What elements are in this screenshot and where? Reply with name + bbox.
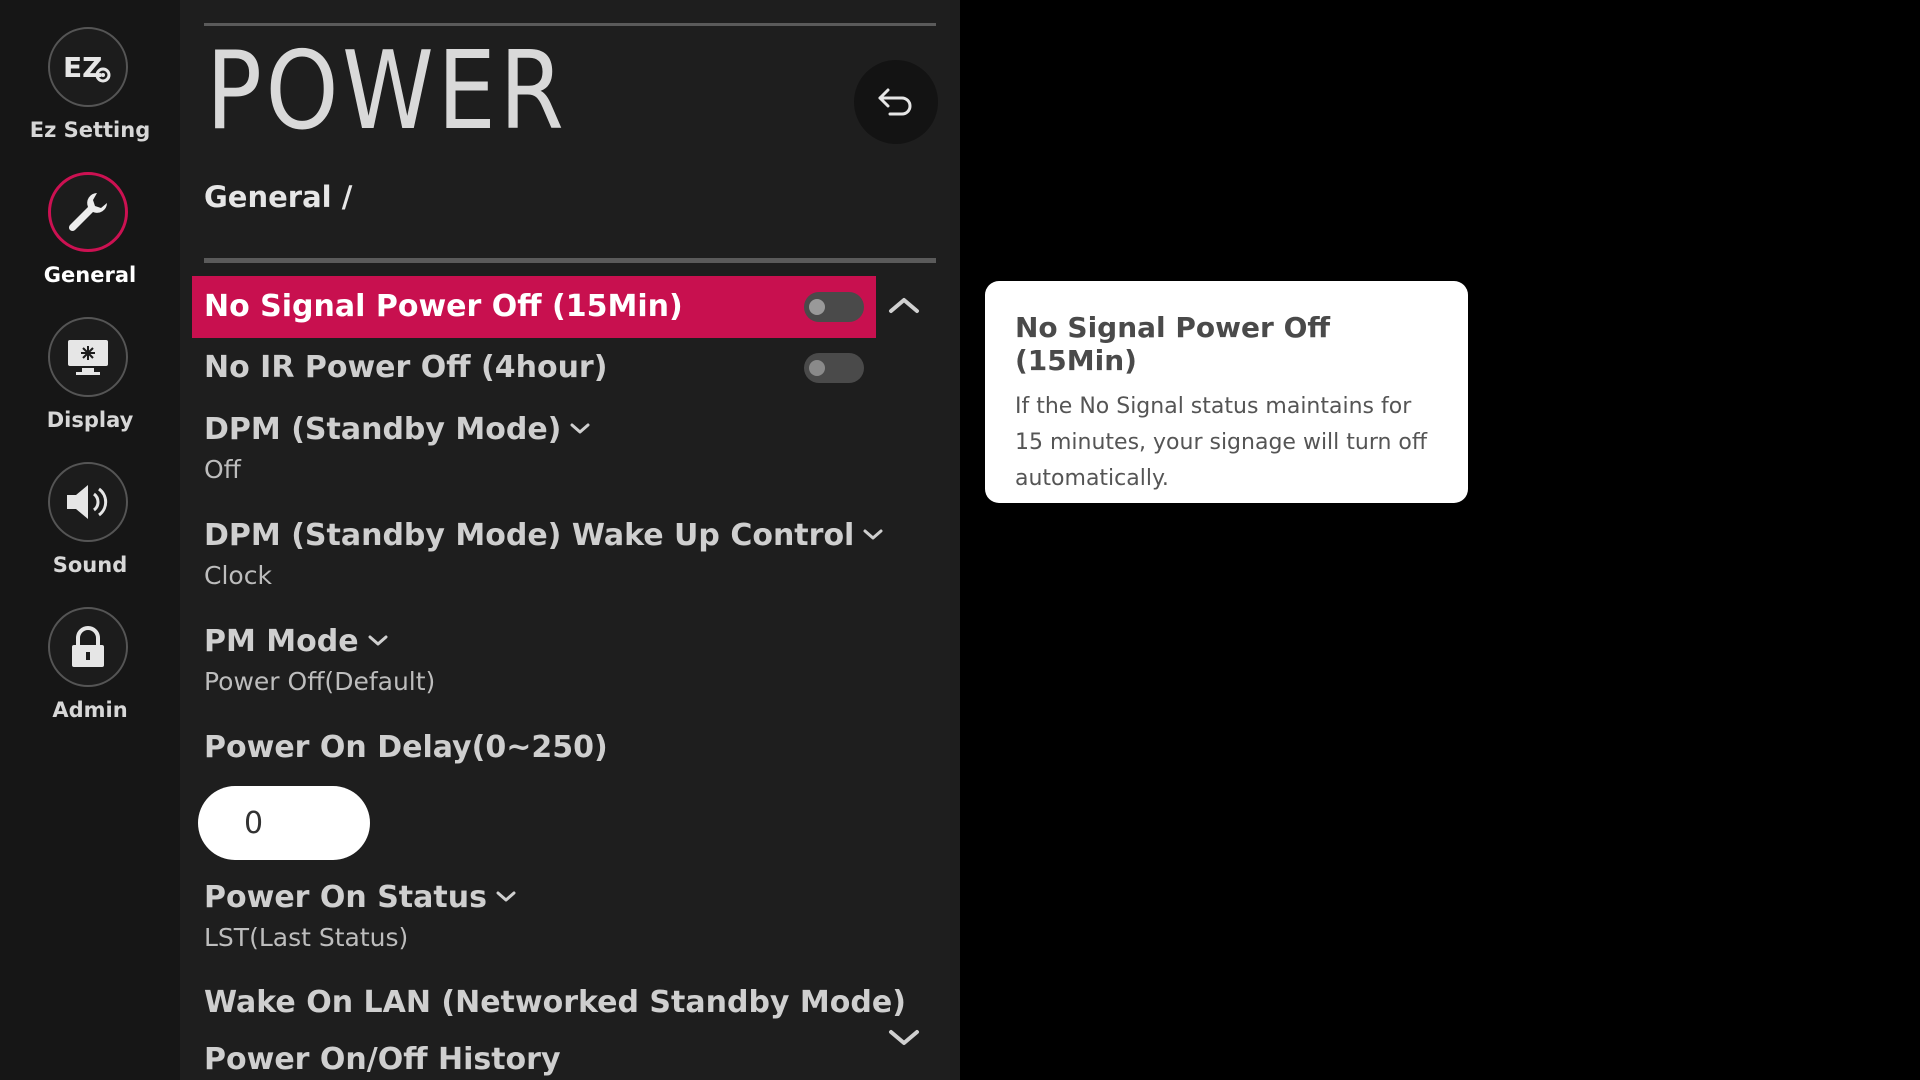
- back-arrow-icon: [878, 88, 912, 116]
- wake-on-lan-label: Wake On LAN (Networked Standby Mode): [204, 985, 906, 1020]
- sidebar-item-general[interactable]: General: [0, 145, 180, 290]
- power-on-status-value: LST(Last Status): [204, 923, 409, 952]
- top-divider: [204, 23, 936, 26]
- sidebar-item-label: Sound: [52, 553, 128, 577]
- signage-settings-screen: EZ Ez Setting General Display Sound Admi…: [0, 0, 1920, 1080]
- sidebar-item-label: Ez Setting: [29, 118, 151, 142]
- back-button[interactable]: [854, 60, 938, 144]
- svg-text:EZ: EZ: [63, 51, 102, 84]
- power-history-row[interactable]: Power On/Off History: [192, 1030, 876, 1080]
- power-on-delay-row: Power On Delay(0~250): [192, 718, 876, 778]
- wrench-icon: [48, 172, 128, 252]
- section-divider: [204, 258, 936, 263]
- breadcrumb: General /: [204, 180, 353, 214]
- scroll-down-button[interactable]: [880, 1018, 928, 1058]
- sidebar-item-label: General: [43, 263, 137, 287]
- sidebar-item-sound[interactable]: Sound: [0, 435, 180, 580]
- settings-panel: POWER General / No Signal Power Off (15M…: [180, 0, 960, 1080]
- scroll-up-button[interactable]: [880, 285, 928, 325]
- sidebar-item-ez-setting[interactable]: EZ Ez Setting: [0, 0, 180, 145]
- no-signal-power-off-row[interactable]: No Signal Power Off (15Min): [192, 276, 876, 338]
- chevron-down-icon: [496, 891, 516, 901]
- info-title: No Signal Power Off (15Min): [1015, 311, 1331, 377]
- chevron-up-icon: [889, 298, 919, 313]
- ez-setting-icon: EZ: [48, 27, 128, 107]
- power-on-status-label: Power On Status: [204, 880, 487, 915]
- power-history-label: Power On/Off History: [204, 1042, 561, 1077]
- no-ir-power-off-row[interactable]: No IR Power Off (4hour): [192, 338, 876, 400]
- toggle-knob: [809, 299, 825, 315]
- lock-icon: [48, 607, 128, 687]
- power-on-status-row[interactable]: Power On Status LST(Last Status): [192, 868, 876, 973]
- display-icon: [48, 317, 128, 397]
- chevron-down-icon: [863, 529, 883, 539]
- pm-mode-label: PM Mode: [204, 624, 359, 659]
- no-signal-power-off-label: No Signal Power Off (15Min): [204, 289, 683, 324]
- toggle-knob: [809, 360, 825, 376]
- dpm-wake-label: DPM (Standby Mode) Wake Up Control: [204, 518, 855, 553]
- info-tooltip: No Signal Power Off (15Min) If the No Si…: [985, 281, 1468, 503]
- sidebar-item-label: Display: [46, 408, 134, 432]
- dpm-wake-up-control-row[interactable]: DPM (Standby Mode) Wake Up Control Clock: [192, 506, 883, 611]
- page-title: POWER: [206, 29, 568, 154]
- speaker-icon: [48, 462, 128, 542]
- no-signal-power-off-toggle[interactable]: [804, 292, 864, 322]
- sidebar-item-display[interactable]: Display: [0, 290, 180, 435]
- sidebar-item-admin[interactable]: Admin: [0, 580, 180, 725]
- info-description: If the No Signal status maintains for 15…: [1015, 394, 1428, 491]
- dpm-standby-mode-row[interactable]: DPM (Standby Mode) Off: [192, 400, 876, 505]
- sidebar-item-label: Admin: [52, 698, 128, 722]
- no-ir-power-off-toggle[interactable]: [804, 353, 864, 383]
- power-on-delay-label: Power On Delay(0~250): [204, 730, 608, 765]
- chevron-down-icon: [889, 1030, 919, 1045]
- pm-mode-value: Power Off(Default): [204, 667, 436, 696]
- chevron-down-icon: [570, 423, 590, 433]
- chevron-down-icon: [368, 635, 388, 645]
- wake-on-lan-row[interactable]: Wake On LAN (Networked Standby Mode): [192, 973, 906, 1033]
- dpm-label: DPM (Standby Mode): [204, 412, 562, 447]
- sidebar: EZ Ez Setting General Display Sound Admi…: [0, 0, 180, 1080]
- no-ir-power-off-label: No IR Power Off (4hour): [204, 350, 608, 385]
- pm-mode-row[interactable]: PM Mode Power Off(Default): [192, 612, 876, 717]
- power-on-delay-input[interactable]: [198, 786, 370, 860]
